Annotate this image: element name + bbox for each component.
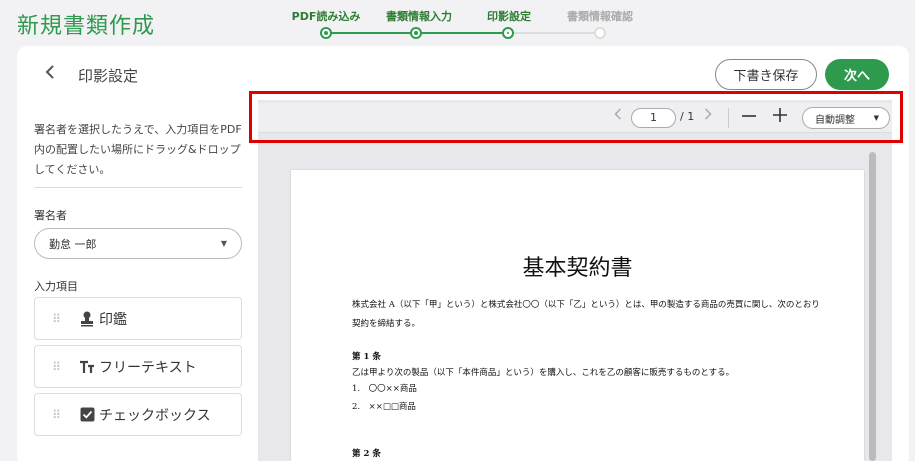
text-icon	[77, 360, 97, 374]
step-seal-label: 印影設定	[487, 10, 531, 23]
input-item-label: チェックボックス	[99, 407, 211, 424]
input-items-label: 入力項目	[34, 280, 78, 293]
save-draft-button[interactable]: 下書き保存	[715, 59, 817, 90]
signer-select[interactable]: 勤怠 一郎 ▼	[34, 228, 242, 259]
step-info-label: 書類情報入力	[386, 10, 452, 23]
app-title: 新規書類作成	[17, 14, 156, 39]
input-item-checkbox[interactable]: ⠿ チェックボックス	[34, 393, 242, 436]
document-line: 株式会社 A（以下「甲」という）と株式会社〇〇（以下「乙」という）とは、甲の製造…	[352, 300, 820, 310]
stepper: PDF読み込み 書類情報入力 印影設定 書類情報確認	[288, 6, 648, 40]
signer-value: 勤怠 一郎	[49, 237, 97, 251]
toolbar-highlight	[249, 91, 903, 143]
step-pdf-label: PDF読み込み	[291, 10, 361, 23]
drag-handle-icon[interactable]: ⠿	[35, 313, 77, 325]
drag-handle-icon[interactable]: ⠿	[35, 409, 77, 421]
input-item-free-text[interactable]: ⠿ フリーテキスト	[34, 345, 242, 388]
input-item-label: 印鑑	[99, 311, 127, 328]
page-title: 印影設定	[78, 67, 139, 85]
document-title: 基本契約書	[522, 256, 633, 281]
document-line: 2. ××□□商品	[352, 402, 416, 412]
stamp-icon	[77, 311, 97, 327]
step-line	[416, 32, 508, 34]
pdf-scrollbar[interactable]	[869, 152, 876, 461]
chevron-left-icon[interactable]	[45, 64, 55, 83]
document-line: 乙は甲より次の製品（以下「本件商品」という）を購入し、これを乙の顧客に販売するも…	[352, 368, 735, 378]
step-current-icon	[502, 27, 514, 39]
step-pending-icon	[594, 27, 606, 39]
instructions-text: 署名者を選択したうえで、入力項目をPDF内の配置したい場所にドラッグ&ドロップし…	[34, 123, 242, 176]
document-line: 1. 〇〇××商品	[352, 384, 417, 394]
divider	[34, 187, 242, 188]
pdf-page[interactable]: 基本契約書 株式会社 A（以下「甲」という）と株式会社〇〇（以下「乙」という）と…	[291, 170, 864, 461]
input-item-label: フリーテキスト	[99, 359, 197, 376]
input-item-stamp[interactable]: ⠿ 印鑑	[34, 297, 242, 340]
step-line	[326, 32, 416, 34]
step-done-icon	[320, 27, 332, 39]
checkbox-icon	[77, 407, 97, 422]
signer-label: 署名者	[34, 209, 67, 222]
drag-handle-icon[interactable]: ⠿	[35, 361, 77, 373]
document-line: 第 1 条	[352, 352, 381, 362]
step-confirm-label: 書類情報確認	[567, 10, 633, 23]
step-line	[508, 32, 600, 34]
caret-down-icon: ▼	[220, 239, 227, 248]
next-button[interactable]: 次へ	[825, 59, 889, 90]
document-line: 第 2 条	[352, 449, 381, 459]
step-done-icon	[410, 27, 422, 39]
document-line: 契約を締結する。	[352, 319, 421, 329]
